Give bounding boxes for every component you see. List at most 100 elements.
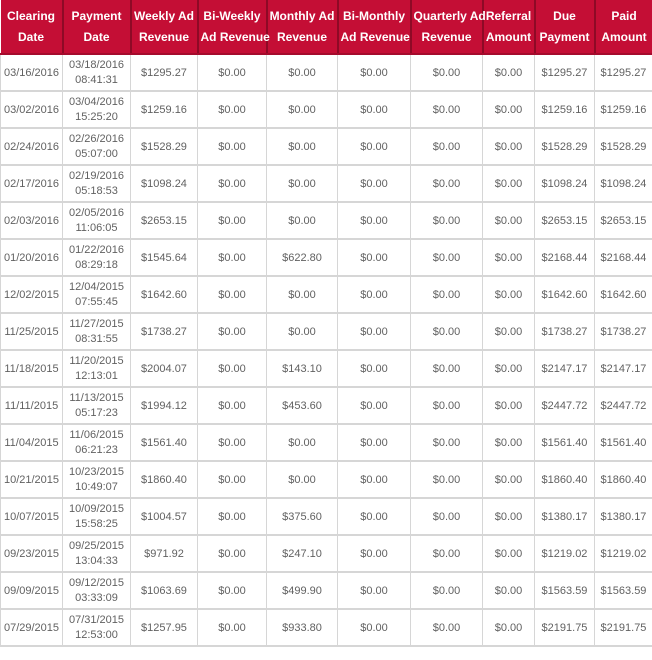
table-row: 01/20/2016 01/22/2016 08:29:18 $1545.64 $0.0… <box>0 238 652 277</box>
payment-date-value: 02/19/2016 <box>68 169 125 182</box>
header-label-line: Ad Revenue <box>200 29 270 44</box>
cell-bi-monthly-ad-revenue: $0.00 <box>337 386 411 425</box>
payment-date-value: 09/12/2015 <box>68 576 125 589</box>
table-row: 09/23/2015 09/25/2015 13:04:33 $971.92 $0.00… <box>0 534 652 573</box>
cell-clearing-date: 11/25/2015 <box>0 312 63 351</box>
cell-due-payment: $1563.59 <box>534 571 595 610</box>
table-row: 11/25/2015 11/27/2015 08:31:55 $1738.27 $0.0… <box>0 312 652 351</box>
cell-monthly-ad-revenue: $622.80 <box>266 238 338 277</box>
table-row: 03/02/2016 03/04/2016 15:25:20 $1259.16 $0.0… <box>0 90 652 129</box>
cell-payment-date: 10/09/2015 15:58:25 <box>62 497 131 536</box>
cell-bi-monthly-ad-revenue: $0.00 <box>337 164 411 203</box>
cell-referral-amount: $0.00 <box>482 90 535 129</box>
header-label-line: Referral <box>485 8 532 23</box>
cell-bi-monthly-ad-revenue: $0.00 <box>337 497 411 536</box>
column-header-clearing-date: Clearing Date <box>0 0 63 55</box>
cell-monthly-ad-revenue: $499.90 <box>266 571 338 610</box>
header-label-line: Clearing <box>6 8 55 23</box>
cell-clearing-date: 10/07/2015 <box>0 497 63 536</box>
cell-clearing-date: 12/02/2015 <box>0 275 63 314</box>
column-header-payment-date: Payment Date <box>61 0 131 55</box>
cell-paid-amount: $2653.15 <box>594 201 652 240</box>
payment-date-value: 11/13/2015 <box>69 391 124 404</box>
cell-payment-date: 02/26/2016 05:07:00 <box>62 127 131 166</box>
cell-due-payment: $1528.29 <box>534 127 595 166</box>
table-header: Clearing Date Payment Date Weekly Ad Revenue B… <box>0 0 652 55</box>
cell-due-payment: $2168.44 <box>534 238 595 277</box>
cell-quarterly-ad-revenue: $0.00 <box>410 571 483 610</box>
cell-quarterly-ad-revenue: $0.00 <box>410 349 483 388</box>
header-label-line: Weekly Ad <box>133 8 195 23</box>
cell-monthly-ad-revenue: $375.60 <box>266 497 338 536</box>
payment-date-value: 07/31/2015 <box>68 613 125 626</box>
payment-date-value: 02/05/2016 <box>68 206 125 219</box>
table-row: 02/24/2016 02/26/2016 05:07:00 $1528.29 $0.0… <box>0 127 652 166</box>
cell-paid-amount: $1860.40 <box>594 460 652 499</box>
cell-clearing-date: 01/20/2016 <box>0 238 63 277</box>
cell-quarterly-ad-revenue: $0.00 <box>410 275 483 314</box>
header-label-line: Monthly Ad <box>269 8 335 23</box>
payment-date-value: 03/04/2016 <box>68 95 125 108</box>
cell-clearing-date: 09/09/2015 <box>0 571 63 610</box>
cell-clearing-date: 09/23/2015 <box>0 534 63 573</box>
cell-payment-date: 12/04/2015 07:55:45 <box>62 275 131 314</box>
payment-time-value: 07:55:45 <box>75 295 118 308</box>
cell-bi-weekly-ad-revenue: $0.00 <box>197 608 267 647</box>
cell-bi-weekly-ad-revenue: $0.00 <box>197 571 267 610</box>
cell-bi-weekly-ad-revenue: $0.00 <box>197 201 267 240</box>
cell-bi-weekly-ad-revenue: $0.00 <box>197 275 267 314</box>
cell-bi-monthly-ad-revenue: $0.00 <box>337 349 411 388</box>
cell-clearing-date: 03/16/2016 <box>0 54 63 92</box>
cell-bi-monthly-ad-revenue: $0.00 <box>337 460 411 499</box>
cell-weekly-ad-revenue: $1295.27 <box>130 54 198 92</box>
cell-bi-monthly-ad-revenue: $0.00 <box>337 201 411 240</box>
cell-paid-amount: $1219.02 <box>594 534 652 573</box>
cell-bi-weekly-ad-revenue: $0.00 <box>197 460 267 499</box>
payment-date-value: 02/26/2016 <box>68 132 125 145</box>
cell-clearing-date: 02/17/2016 <box>0 164 63 203</box>
cell-payment-date: 11/13/2015 05:17:23 <box>62 386 131 425</box>
cell-due-payment: $2447.72 <box>534 386 595 425</box>
column-header-bi-weekly-ad-revenue: Bi-Weekly Ad Revenue <box>196 0 270 55</box>
header-label-line: Date <box>83 29 110 44</box>
cell-quarterly-ad-revenue: $0.00 <box>410 90 483 129</box>
header-label-line: Due <box>553 8 576 23</box>
payment-date-value: 12/04/2015 <box>68 280 125 293</box>
cell-bi-monthly-ad-revenue: $0.00 <box>337 275 411 314</box>
payment-time-value: 05:07:00 <box>75 147 118 160</box>
cell-bi-weekly-ad-revenue: $0.00 <box>197 534 267 573</box>
cell-bi-weekly-ad-revenue: $0.00 <box>197 497 267 536</box>
cell-monthly-ad-revenue: $0.00 <box>266 164 338 203</box>
cell-referral-amount: $0.00 <box>482 608 535 647</box>
cell-bi-weekly-ad-revenue: $0.00 <box>197 54 267 92</box>
payment-date-value: 11/27/2015 <box>69 317 124 330</box>
cell-paid-amount: $1098.24 <box>594 164 652 203</box>
header-label-line: Payment <box>539 29 590 44</box>
cell-due-payment: $1259.16 <box>534 90 595 129</box>
payment-time-value: 05:17:23 <box>75 406 118 419</box>
cell-bi-monthly-ad-revenue: $0.00 <box>337 534 411 573</box>
cell-paid-amount: $1259.16 <box>594 90 652 129</box>
header-label-line: Revenue <box>421 29 472 44</box>
cell-bi-weekly-ad-revenue: $0.00 <box>197 164 267 203</box>
payment-time-value: 08:31:55 <box>75 332 118 345</box>
table-row: 03/16/2016 03/18/2016 08:41:31 $1295.27 $0.0… <box>0 54 652 92</box>
payment-date-value: 01/22/2016 <box>68 243 125 256</box>
cell-bi-weekly-ad-revenue: $0.00 <box>197 90 267 129</box>
payment-time-value: 13:04:33 <box>75 554 118 567</box>
cell-weekly-ad-revenue: $1994.12 <box>130 386 198 425</box>
cell-referral-amount: $0.00 <box>482 238 535 277</box>
table-row: 11/04/2015 11/06/2015 06:21:23 $1561.40 $0.0… <box>0 423 652 462</box>
cell-clearing-date: 11/11/2015 <box>0 386 63 425</box>
cell-quarterly-ad-revenue: $0.00 <box>410 312 483 351</box>
header-label-line: Revenue <box>138 29 190 44</box>
column-header-monthly-ad-revenue: Monthly Ad Revenue <box>265 0 338 55</box>
cell-weekly-ad-revenue: $1545.64 <box>130 238 198 277</box>
table-row: 09/09/2015 09/12/2015 03:33:09 $1063.69 $0.0… <box>0 571 652 610</box>
payment-time-value: 05:18:53 <box>75 184 118 197</box>
cell-referral-amount: $0.00 <box>482 127 535 166</box>
cell-referral-amount: $0.00 <box>482 201 535 240</box>
cell-monthly-ad-revenue: $0.00 <box>266 460 338 499</box>
cell-paid-amount: $1642.60 <box>594 275 652 314</box>
cell-weekly-ad-revenue: $1004.57 <box>130 497 198 536</box>
